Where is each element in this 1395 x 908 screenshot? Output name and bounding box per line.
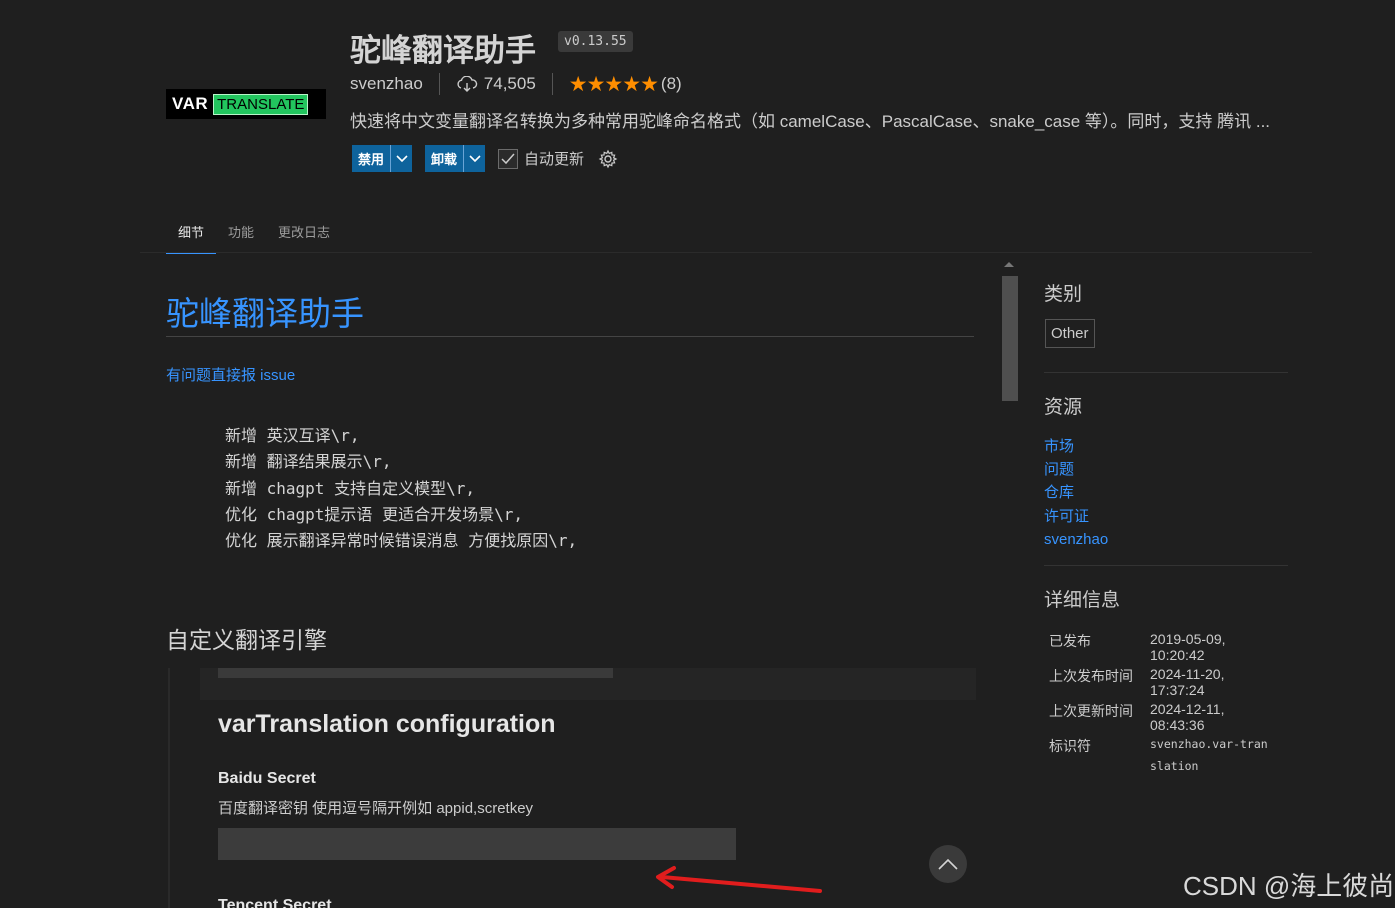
title-rule: [166, 336, 974, 337]
categories-heading: 类别: [1044, 284, 1083, 305]
disable-button[interactable]: 禁用: [352, 145, 413, 172]
resources-list: 市场 问题 仓库 许可证 svenzhao: [1044, 435, 1108, 551]
extension-meta: svenzhao 74,505 ★★★★★ (8): [350, 72, 682, 96]
rating-count[interactable]: (8): [661, 74, 682, 94]
gear-icon[interactable]: [598, 149, 618, 169]
disable-label[interactable]: 禁用: [352, 145, 390, 172]
auto-update-label: 自动更新: [524, 151, 585, 168]
changes-code-block: 新增 英汉互译\r, 新增 翻译结果展示\r, 新增 chagpt 支持自定义模型\…: [225, 423, 577, 554]
tab-features[interactable]: 功能: [216, 218, 266, 254]
readme-screenshot-image: varTranslation configuration Baidu Secre…: [168, 668, 976, 908]
sidebar-divider: [1044, 565, 1288, 566]
table-row: 标识符 svenzhao.var-translation: [1044, 733, 1270, 777]
details-heading: 详细信息: [1044, 590, 1121, 611]
chevron-up-icon: [938, 858, 958, 870]
tab-details[interactable]: 细节: [166, 218, 217, 254]
tab-divider: [140, 252, 1312, 253]
detail-tabs: 细节 功能 更改日志: [166, 218, 342, 254]
checkmark-icon: [501, 153, 515, 164]
red-arrow-annotation: [656, 866, 822, 893]
detail-value: svenzhao.var-translation: [1150, 737, 1268, 773]
scroll-to-top-button[interactable]: [929, 845, 967, 883]
resources-heading: 资源: [1044, 397, 1083, 418]
publisher-link[interactable]: svenzhao: [350, 74, 423, 94]
meta-divider: [438, 73, 440, 95]
resource-link-marketplace[interactable]: 市场: [1044, 435, 1108, 458]
detail-key: 已发布: [1049, 633, 1091, 649]
logo-text-translate: TRANSLATE: [213, 93, 309, 115]
logo-text-var: VAR: [172, 94, 209, 113]
detail-key: 上次更新时间: [1049, 703, 1133, 719]
install-count: 74,505: [483, 74, 536, 93]
details-table: 已发布 2019-05-09, 10:20:42 上次发布时间 2024-11-…: [1044, 628, 1270, 777]
auto-update-toggle[interactable]: 自动更新: [498, 148, 584, 169]
vertical-scrollbar-thumb[interactable]: [1002, 276, 1018, 401]
issue-link[interactable]: 有问题直接报 issue: [166, 364, 295, 385]
table-row: 上次更新时间 2024-12-11, 08:43:36: [1044, 698, 1270, 733]
detail-value: 2019-05-09, 10:20:42: [1150, 631, 1226, 663]
tencent-secret-title: Tencent Secret: [218, 897, 332, 908]
detail-key: 标识符: [1049, 738, 1091, 754]
resource-link-issues[interactable]: 问题: [1044, 458, 1108, 481]
change-line: 新增 英汉互译\r,: [225, 426, 360, 445]
category-badge[interactable]: Other: [1045, 319, 1095, 348]
config-heading: varTranslation configuration: [218, 710, 556, 738]
extension-description: 快速将中文变量翻译名转换为多种常用驼峰命名格式（如 camelCase、Pasc…: [350, 112, 1271, 131]
section-heading: 自定义翻译引擎: [166, 627, 327, 653]
detail-key: 上次发布时间: [1049, 668, 1133, 684]
extension-title: 驼峰翻译助手: [350, 33, 536, 68]
chevron-down-icon[interactable]: [463, 145, 485, 172]
change-line: 优化 展示翻译异常时候错误消息 方便找原因\r,: [225, 531, 578, 551]
change-line: 优化 chagpt提示语 更适合开发场景\r,: [225, 504, 523, 524]
version-badge: v0.13.55: [558, 31, 633, 52]
sidebar-divider: [1044, 372, 1288, 373]
uninstall-button[interactable]: 卸载: [425, 145, 486, 172]
resource-link-publisher[interactable]: svenzhao: [1044, 528, 1108, 551]
change-line: 新增 chagpt 支持自定义模型\r,: [225, 478, 475, 498]
cloud-download-icon: [457, 76, 477, 92]
meta-divider: [551, 73, 553, 95]
baidu-secret-description: 百度翻译密钥 使用逗号隔开例如 appid,scretkey: [218, 800, 534, 817]
rating-stars[interactable]: ★★★★★: [569, 72, 659, 97]
table-row: 已发布 2019-05-09, 10:20:42: [1044, 628, 1270, 663]
tab-changelog[interactable]: 更改日志: [266, 218, 342, 254]
scroll-up-arrow[interactable]: [1004, 262, 1014, 267]
chevron-down-icon[interactable]: [390, 145, 412, 172]
baidu-secret-input: [218, 828, 736, 860]
uninstall-label[interactable]: 卸载: [425, 145, 463, 172]
screenshot-topbar: [200, 668, 976, 700]
screenshot-topbar-field: [218, 668, 613, 678]
action-bar: 禁用 卸载 自动更新: [352, 145, 618, 172]
detail-value: 2024-11-20, 17:37:24: [1150, 666, 1225, 698]
baidu-secret-title: Baidu Secret: [218, 770, 316, 787]
table-row: 上次发布时间 2024-11-20, 17:37:24: [1044, 663, 1270, 698]
detail-value: 2024-12-11, 08:43:36: [1150, 701, 1225, 733]
checkbox[interactable]: [498, 148, 519, 169]
csdn-watermark: CSDN @海上彼尚: [1183, 871, 1395, 901]
extension-logo: VAR TRANSLATE: [166, 89, 326, 119]
change-line: 新增 翻译结果展示\r,: [225, 452, 392, 472]
resource-link-license[interactable]: 许可证: [1044, 505, 1108, 528]
resource-link-repository[interactable]: 仓库: [1044, 481, 1108, 504]
readme-title: 驼峰翻译助手: [166, 295, 364, 332]
